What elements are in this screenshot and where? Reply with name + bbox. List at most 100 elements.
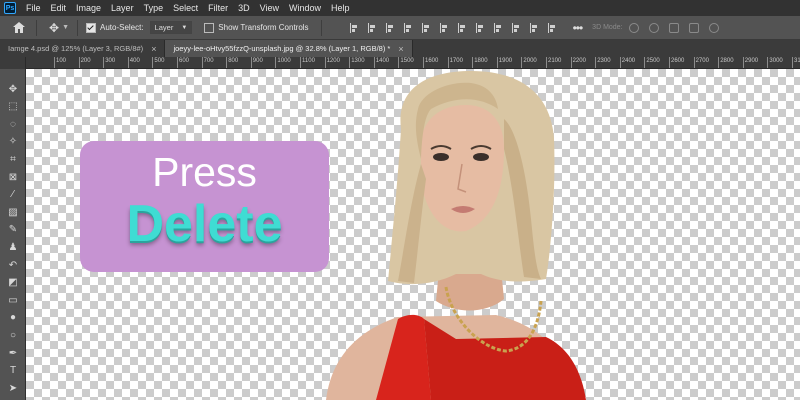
auto-select-target-value: Layer [154,23,174,32]
press-delete-badge: Press Delete [80,141,329,272]
3d-mode-controls [628,22,719,33]
menu-image[interactable]: Image [71,0,106,16]
more-options-button[interactable]: ••• [573,21,584,35]
menu-bar: Ps File Edit Image Layer Type Select Fil… [0,0,800,16]
ruler-tick-label: 1200 [326,58,340,64]
brush-tool-icon[interactable]: ✎ [4,222,22,238]
ruler-origin[interactable] [0,57,26,69]
auto-select-label: Auto-Select: [100,23,144,32]
ruler-tick-label: 1500 [400,58,414,64]
menu-3d[interactable]: 3D [233,0,255,16]
menu-layer[interactable]: Layer [106,0,139,16]
distribute-top-icon[interactable] [457,22,467,33]
gradient-tool-icon[interactable]: ▭ [4,292,22,308]
ruler-tick-label: 1700 [449,58,463,64]
marquee-tool-icon[interactable]: ⬚ [4,99,22,115]
menu-edit[interactable]: Edit [46,0,72,16]
ruler-tick-label: 500 [154,58,165,64]
ruler-tick-label: 2400 [621,58,636,64]
scale-3d-icon[interactable] [708,22,719,33]
3d-mode-label: 3D Mode: [592,24,623,31]
ruler-tick-label: 1300 [351,58,365,64]
chevron-down-icon[interactable]: ▼ [62,24,69,31]
tools-panel: ✥ ⬚ ◌ ✧ ⌗ ⊠ ⁄ ▨ ✎ ♟ ↶ ◩ ▭ ● ○ ✒ T ➤ [0,69,26,400]
distribute-horizontal-icon[interactable] [529,22,539,33]
ruler-tick-label: 900 [252,58,263,64]
document-tab-bar: Iamge 4.psd @ 125% (Layer 3, RGB/8#) × j… [0,40,800,57]
blur-tool-icon[interactable]: ● [4,310,22,326]
ruler-tick-label: 700 [203,58,214,64]
ruler-tick-label: 1100 [302,58,315,64]
lasso-tool-icon[interactable]: ◌ [4,116,22,132]
align-bottom-icon[interactable] [385,22,395,33]
distribute-bottom-icon[interactable] [493,22,503,33]
ruler-tick-label: 2000 [523,58,537,64]
document-tab[interactable]: Iamge 4.psd @ 125% (Layer 3, RGB/8#) × [0,40,166,57]
ruler-tick-label: 800 [228,58,239,64]
home-icon[interactable] [10,19,28,37]
healing-brush-tool-icon[interactable]: ▨ [4,204,22,220]
menu-window[interactable]: Window [284,0,326,16]
menu-file[interactable]: File [21,0,46,16]
crop-tool-icon[interactable]: ⌗ [4,151,22,167]
options-bar: ✥ ▼ Auto-Select: Layer ▼ Show Transform … [0,16,800,40]
options-separator [36,19,37,36]
eraser-tool-icon[interactable]: ◩ [4,275,22,291]
dodge-tool-icon[interactable]: ○ [4,327,22,343]
align-left-icon[interactable] [403,22,413,33]
align-right-icon[interactable] [439,22,449,33]
horizontal-ruler[interactable]: 100 200 300 400 500 600 700 800 900 1000 1100 1200 1… [26,57,800,69]
roll-3d-icon[interactable] [648,22,659,33]
ruler-tick-label: 100 [56,58,67,64]
ruler-tick-label: 2200 [572,58,586,64]
align-top-icon[interactable] [349,22,359,33]
ruler-tick-label: 1900 [498,58,513,64]
ruler-tick-label: 3100 [794,58,800,64]
frame-tool-icon[interactable]: ⊠ [4,169,22,185]
document-tab-title: joeyy-lee-oHtvy55fzzQ-unsplash.jpg @ 32.… [173,44,391,53]
pan-3d-icon[interactable] [668,22,679,33]
ruler-tick-label: 1400 [375,58,390,64]
menu-type[interactable]: Type [139,0,169,16]
close-icon[interactable]: × [151,44,156,54]
history-brush-tool-icon[interactable]: ↶ [4,257,22,273]
magic-wand-tool-icon[interactable]: ✧ [4,134,22,150]
distribute-right-icon[interactable] [547,22,557,33]
clone-stamp-tool-icon[interactable]: ♟ [4,239,22,255]
ruler-tick-label: 1800 [474,58,488,64]
chevron-down-icon: ▼ [181,24,188,31]
ruler-tick-label: 600 [179,58,190,64]
show-transform-label: Show Transform Controls [218,23,309,32]
document-tab-active[interactable]: joeyy-lee-oHtvy55fzzQ-unsplash.jpg @ 32.… [165,40,413,57]
auto-select-target-dropdown[interactable]: Layer ▼ [149,21,193,34]
ruler-tick-label: 2100 [548,58,562,64]
align-vertical-center-icon[interactable] [367,22,377,33]
auto-select-checkbox[interactable] [86,22,96,33]
slide-3d-icon[interactable] [688,22,699,33]
menu-select[interactable]: Select [168,0,203,16]
eyedropper-tool-icon[interactable]: ⁄ [4,187,22,203]
move-tool-preset-icon[interactable]: ✥ [49,21,59,35]
distribute-left-icon[interactable] [511,22,521,33]
orbit-3d-icon[interactable] [628,22,639,33]
ruler-tick-label: 300 [105,58,116,64]
show-transform-checkbox[interactable] [204,22,215,33]
close-icon[interactable]: × [398,44,403,54]
options-separator [320,19,322,36]
menu-help[interactable]: Help [326,0,355,16]
menu-filter[interactable]: Filter [203,0,233,16]
options-separator [77,19,78,36]
ruler-tick-label: 2500 [646,58,660,64]
ruler-tick-label: 2800 [720,58,734,64]
move-tool-icon[interactable]: ✥ [4,81,22,97]
align-horizontal-center-icon[interactable] [421,22,431,33]
pen-tool-icon[interactable]: ✒ [4,345,22,361]
path-selection-tool-icon[interactable]: ➤ [4,380,22,396]
badge-line-2: Delete [126,195,283,253]
menu-view[interactable]: View [255,0,284,16]
distribute-center-icon[interactable] [475,22,485,33]
type-tool-icon[interactable]: T [4,363,22,379]
ruler-tick-label: 1600 [425,58,439,64]
document-canvas[interactable]: Press Delete [26,69,800,400]
ruler-tick-label: 2700 [695,58,709,64]
